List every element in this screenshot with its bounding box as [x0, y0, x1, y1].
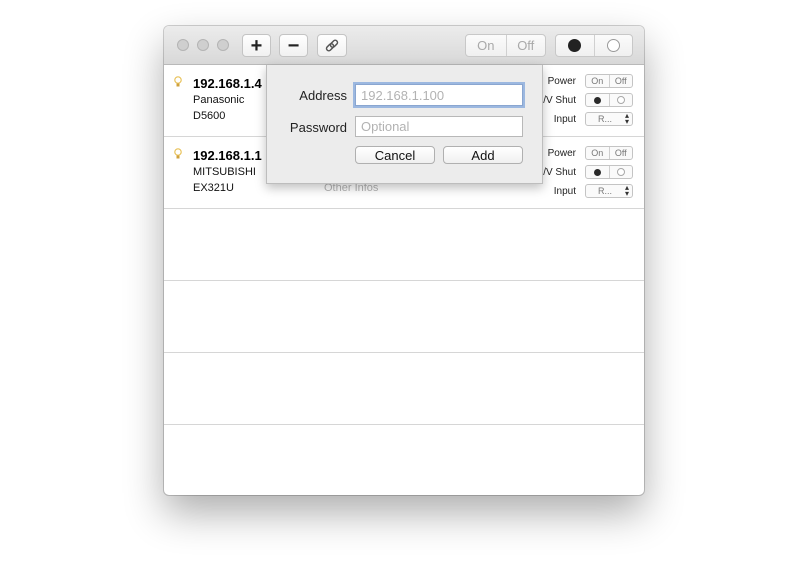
empty-row — [164, 209, 644, 281]
link-button[interactable] — [317, 34, 347, 57]
address-input[interactable] — [355, 84, 523, 106]
input-select-value: R... — [598, 114, 613, 124]
up-down-chevron-icon: ▴ ▾ — [624, 183, 629, 198]
all-on-button[interactable]: On — [466, 35, 506, 56]
add-device-button[interactable]: + — [242, 34, 271, 57]
shutter-label: /V Shut — [543, 95, 576, 106]
shutter-label: /V Shut — [543, 167, 576, 178]
empty-circle-icon — [616, 168, 625, 176]
address-label: Address — [299, 88, 347, 103]
lightbulb-icon — [174, 76, 182, 87]
power-all-segment: On Off — [465, 34, 546, 57]
empty-row — [164, 353, 644, 425]
power-on-button[interactable]: On — [586, 147, 609, 159]
device-ip: 192.168.1.4 — [193, 76, 262, 91]
input-select[interactable]: R... ▴ ▾ — [585, 184, 633, 198]
power-label: Power — [547, 76, 576, 87]
shutter-close-button[interactable] — [586, 94, 609, 106]
power-off-button[interactable]: Off — [608, 147, 633, 159]
filled-circle-icon — [568, 39, 582, 52]
input-label: Input — [553, 186, 576, 197]
power-off-button[interactable]: Off — [608, 75, 633, 87]
shutter-all-segment — [555, 34, 633, 57]
device-ip: 192.168.1.1 — [193, 148, 262, 163]
password-label: Password — [289, 120, 347, 135]
device-model: D5600 — [193, 110, 226, 122]
input-select-value: R... — [598, 186, 613, 196]
input-label: Input — [553, 114, 576, 125]
plus-icon: + — [250, 34, 263, 57]
power-label: Power — [547, 148, 576, 159]
empty-row — [164, 425, 644, 495]
password-input[interactable] — [355, 116, 523, 137]
device-model: EX321U — [193, 182, 234, 194]
shutter-segment — [585, 93, 633, 107]
minus-icon: − — [287, 34, 300, 57]
power-segment: On Off — [585, 146, 633, 160]
shutter-segment — [585, 165, 633, 179]
close-window-button[interactable] — [177, 39, 189, 51]
input-select[interactable]: R... ▴ ▾ — [585, 112, 633, 126]
filled-circle-icon — [593, 96, 601, 104]
device-vendor: MITSUBISHI — [193, 166, 256, 178]
device-vendor: Panasonic — [193, 94, 245, 106]
up-down-chevron-icon: ▴ ▾ — [624, 111, 629, 126]
empty-row — [164, 281, 644, 353]
power-segment: On Off — [585, 74, 633, 88]
add-device-dialog: Address Password Cancel Add — [266, 65, 543, 184]
shutter-open-all-button[interactable] — [593, 35, 633, 56]
empty-circle-icon — [616, 96, 625, 104]
lightbulb-icon — [174, 148, 182, 159]
shutter-open-button[interactable] — [608, 94, 633, 106]
minimize-window-button[interactable] — [197, 39, 209, 51]
link-icon — [325, 39, 339, 51]
power-on-button[interactable]: On — [586, 75, 609, 87]
empty-circle-icon — [606, 39, 620, 52]
shutter-close-button[interactable] — [586, 166, 609, 178]
filled-circle-icon — [593, 168, 601, 176]
remove-device-button[interactable]: − — [279, 34, 308, 57]
all-off-button[interactable]: Off — [505, 35, 546, 56]
shutter-open-button[interactable] — [608, 166, 633, 178]
zoom-window-button[interactable] — [217, 39, 229, 51]
cancel-button[interactable]: Cancel — [355, 146, 435, 164]
shutter-close-all-button[interactable] — [556, 35, 594, 56]
add-button[interactable]: Add — [443, 146, 523, 164]
toolbar: + − On Off — [164, 26, 644, 65]
